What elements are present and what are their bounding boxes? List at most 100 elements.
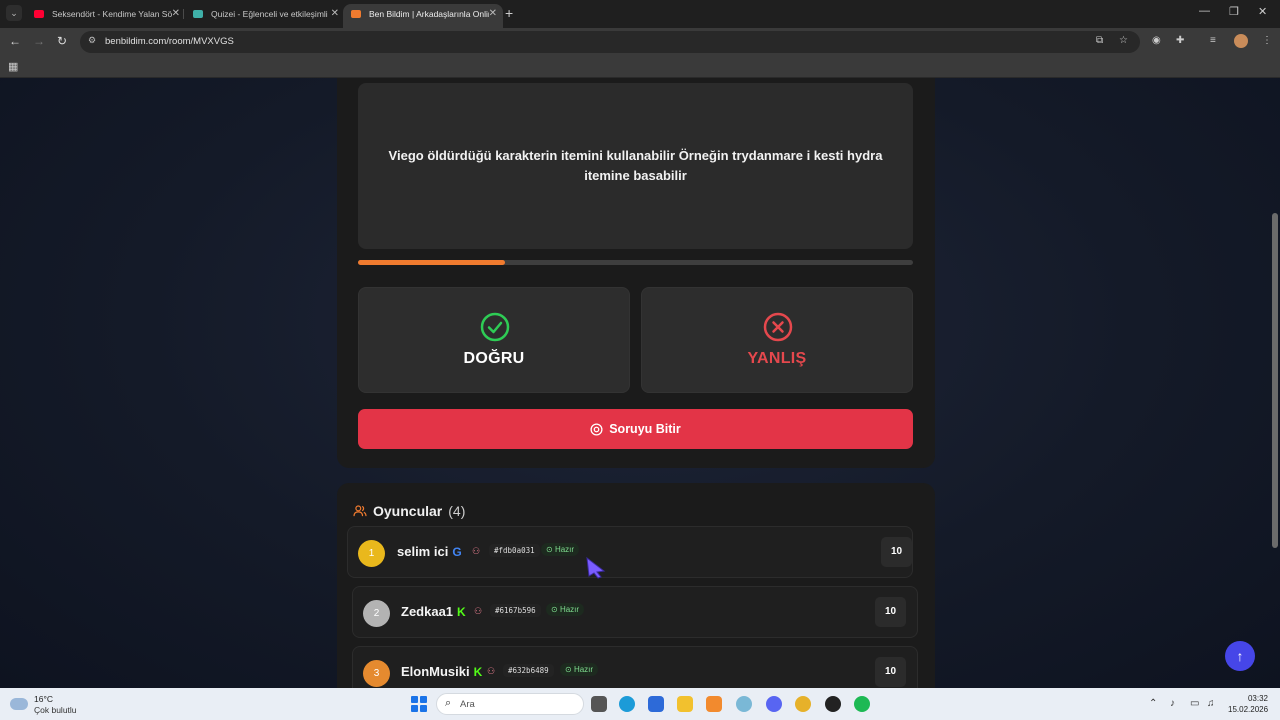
timer-progress xyxy=(358,260,913,265)
bookmark-star-icon[interactable]: ☆ xyxy=(1119,35,1128,46)
restore-icon[interactable]: ❐ xyxy=(1229,5,1239,18)
x-circle-icon xyxy=(763,312,793,342)
start-button[interactable] xyxy=(411,696,427,712)
false-answer-label: YANLIŞ xyxy=(747,350,807,367)
app-icon[interactable] xyxy=(736,696,752,712)
chrome-icon[interactable] xyxy=(795,696,811,712)
tab-youtube[interactable]: Seksendört - Kendime Yalan Söyledim ✕ xyxy=(26,4,186,28)
tab-strip: ⌄ Seksendört - Kendime Yalan Söyledim ✕ … xyxy=(0,0,1280,28)
microphone-icon[interactable]: ♪ xyxy=(1170,698,1175,709)
network-icon[interactable]: ▭ xyxy=(1190,698,1199,709)
app-icon[interactable] xyxy=(825,696,841,712)
tab-search-icon[interactable]: ⌄ xyxy=(6,5,22,21)
players-panel: Oyuncular (4) 1 selim ici G ⚇ #fdb0a031 ⊙… xyxy=(337,483,935,688)
guest-user-icon: ⚇ xyxy=(472,546,481,556)
question-card: Viego öldürdüğü karakterin itemini kulla… xyxy=(337,78,935,468)
close-tab-icon[interactable]: ✕ xyxy=(331,4,339,24)
guest-user-icon: ⚇ xyxy=(487,666,496,676)
rank-badge: 2 xyxy=(363,600,390,627)
search-icon: ⌕ xyxy=(445,697,452,709)
tab-divider xyxy=(183,9,184,19)
ready-label: Hazır xyxy=(559,605,580,614)
player-row: 1 selim ici G ⚇ #fdb0a031 ⊙ Hazır 10 xyxy=(347,526,913,578)
finish-question-label: Soruyu Bitir xyxy=(609,422,681,436)
question-text: Viego öldürdüğü karakterin itemini kulla… xyxy=(358,83,913,249)
player-score: 10 xyxy=(875,657,906,687)
menu-kebab-icon[interactable]: ⋮ xyxy=(1262,35,1272,46)
tab-title: Seksendört - Kendime Yalan Söyledim xyxy=(52,9,172,19)
back-icon[interactable]: ← xyxy=(9,34,21,48)
false-answer-button[interactable]: YANLIŞ xyxy=(641,287,913,393)
tab-quizei[interactable]: Quizei - Eğlenceli ve etkileşimli ✕ xyxy=(185,4,345,28)
google-icon: G xyxy=(452,545,462,559)
player-score: 10 xyxy=(881,537,912,567)
reload-icon[interactable]: ↻ xyxy=(57,34,67,48)
player-row: 2 Zedkaa1 K ⚇ #6167b596 ⊙ Hazır 10 xyxy=(352,586,918,638)
address-bar[interactable]: ⚙ benbildim.com/room/MVXVGS ⧉ ☆ xyxy=(80,31,1140,53)
media-controls-icon[interactable]: ≡ xyxy=(1210,35,1216,46)
spotify-icon[interactable] xyxy=(854,696,870,712)
file-explorer-icon[interactable] xyxy=(677,696,693,712)
ready-status-badge: ⊙ Hazır xyxy=(560,663,599,676)
player-name-text: ElonMusiki xyxy=(401,664,470,679)
taskbar-search[interactable]: ⌕ Ara xyxy=(436,693,584,715)
install-app-icon[interactable]: ⧉ xyxy=(1096,35,1103,46)
scroll-to-top-button[interactable]: ↑ xyxy=(1225,641,1255,671)
finish-question-button[interactable]: Soruyu Bitir xyxy=(358,409,913,449)
close-tab-icon[interactable]: ✕ xyxy=(489,4,497,24)
temperature: 16°C xyxy=(34,694,53,704)
edge-icon[interactable] xyxy=(619,696,635,712)
target-icon xyxy=(590,422,603,436)
weather-condition: Çok bulutlu xyxy=(34,705,77,715)
minimize-icon[interactable]: — xyxy=(1199,5,1210,17)
players-title: Oyuncular xyxy=(373,503,443,519)
extensions-puzzle-icon[interactable]: ✚ xyxy=(1176,35,1184,46)
ready-label: Hazır xyxy=(573,665,594,674)
extension-icon[interactable]: ◉ xyxy=(1152,35,1161,46)
close-tab-icon[interactable]: ✕ xyxy=(172,4,180,24)
guest-user-icon: ⚇ xyxy=(474,606,483,616)
forward-icon[interactable]: → xyxy=(33,34,45,48)
player-name: selim ici G xyxy=(397,544,462,559)
users-icon xyxy=(353,505,367,517)
url-text[interactable]: benbildim.com/room/MVXVGS xyxy=(105,36,234,47)
true-answer-button[interactable]: DOĞRU xyxy=(358,287,630,393)
store-icon[interactable] xyxy=(648,696,664,712)
player-id: #632b6489 xyxy=(503,664,554,677)
player-name-text: Zedkaa1 xyxy=(401,604,454,619)
volume-icon[interactable]: ♫ xyxy=(1207,698,1215,709)
close-window-icon[interactable]: ✕ xyxy=(1258,5,1267,18)
taskbar: 16°C Çok bulutlu ⌕ Ara ⌃ ♪ ▭ ♫ 03:32 15.… xyxy=(0,688,1280,720)
cloud-icon xyxy=(10,698,28,710)
player-name: Zedkaa1 K xyxy=(401,604,466,619)
page-viewport: Viego öldürdüğü karakterin itemini kulla… xyxy=(0,78,1280,688)
discord-icon[interactable] xyxy=(766,696,782,712)
ready-label: Hazır xyxy=(554,545,575,554)
bookmarks-bar: ▦ xyxy=(0,56,1280,78)
profile-avatar[interactable] xyxy=(1234,34,1248,48)
ready-status-badge: ⊙ Hazır xyxy=(546,603,585,616)
player-id: #6167b596 xyxy=(490,604,541,617)
search-placeholder: Ara xyxy=(460,699,475,710)
apps-grid-icon[interactable]: ▦ xyxy=(8,60,18,73)
scrollbar[interactable] xyxy=(1272,213,1278,548)
quizei-icon xyxy=(193,10,203,18)
task-view-icon[interactable] xyxy=(591,696,607,712)
player-name-text: selim ici xyxy=(397,544,449,559)
true-answer-label: DOĞRU xyxy=(463,350,525,367)
kick-icon: K xyxy=(473,665,483,679)
app-icon[interactable] xyxy=(706,696,722,712)
youtube-icon xyxy=(34,10,44,18)
rank-badge: 1 xyxy=(358,540,385,567)
players-header: Oyuncular (4) xyxy=(353,503,465,519)
rank-badge: 3 xyxy=(363,660,390,687)
new-tab-icon[interactable]: + xyxy=(505,5,513,21)
tab-title: Quizei - Eğlenceli ve etkileşimli xyxy=(211,9,328,19)
tab-benbildim[interactable]: Ben Bildim | Arkadaşlarınla Online ✕ xyxy=(343,4,503,28)
player-id: #fdb0a031 xyxy=(489,544,540,557)
tray-overflow-icon[interactable]: ⌃ xyxy=(1149,698,1157,709)
browser-toolbar: ← → ↻ ⚙ benbildim.com/room/MVXVGS ⧉ ☆ ◉ … xyxy=(0,28,1280,56)
player-score: 10 xyxy=(875,597,906,627)
site-info-icon[interactable]: ⚙ xyxy=(88,35,96,46)
clock[interactable]: 03:32 15.02.2026 xyxy=(1228,693,1268,715)
